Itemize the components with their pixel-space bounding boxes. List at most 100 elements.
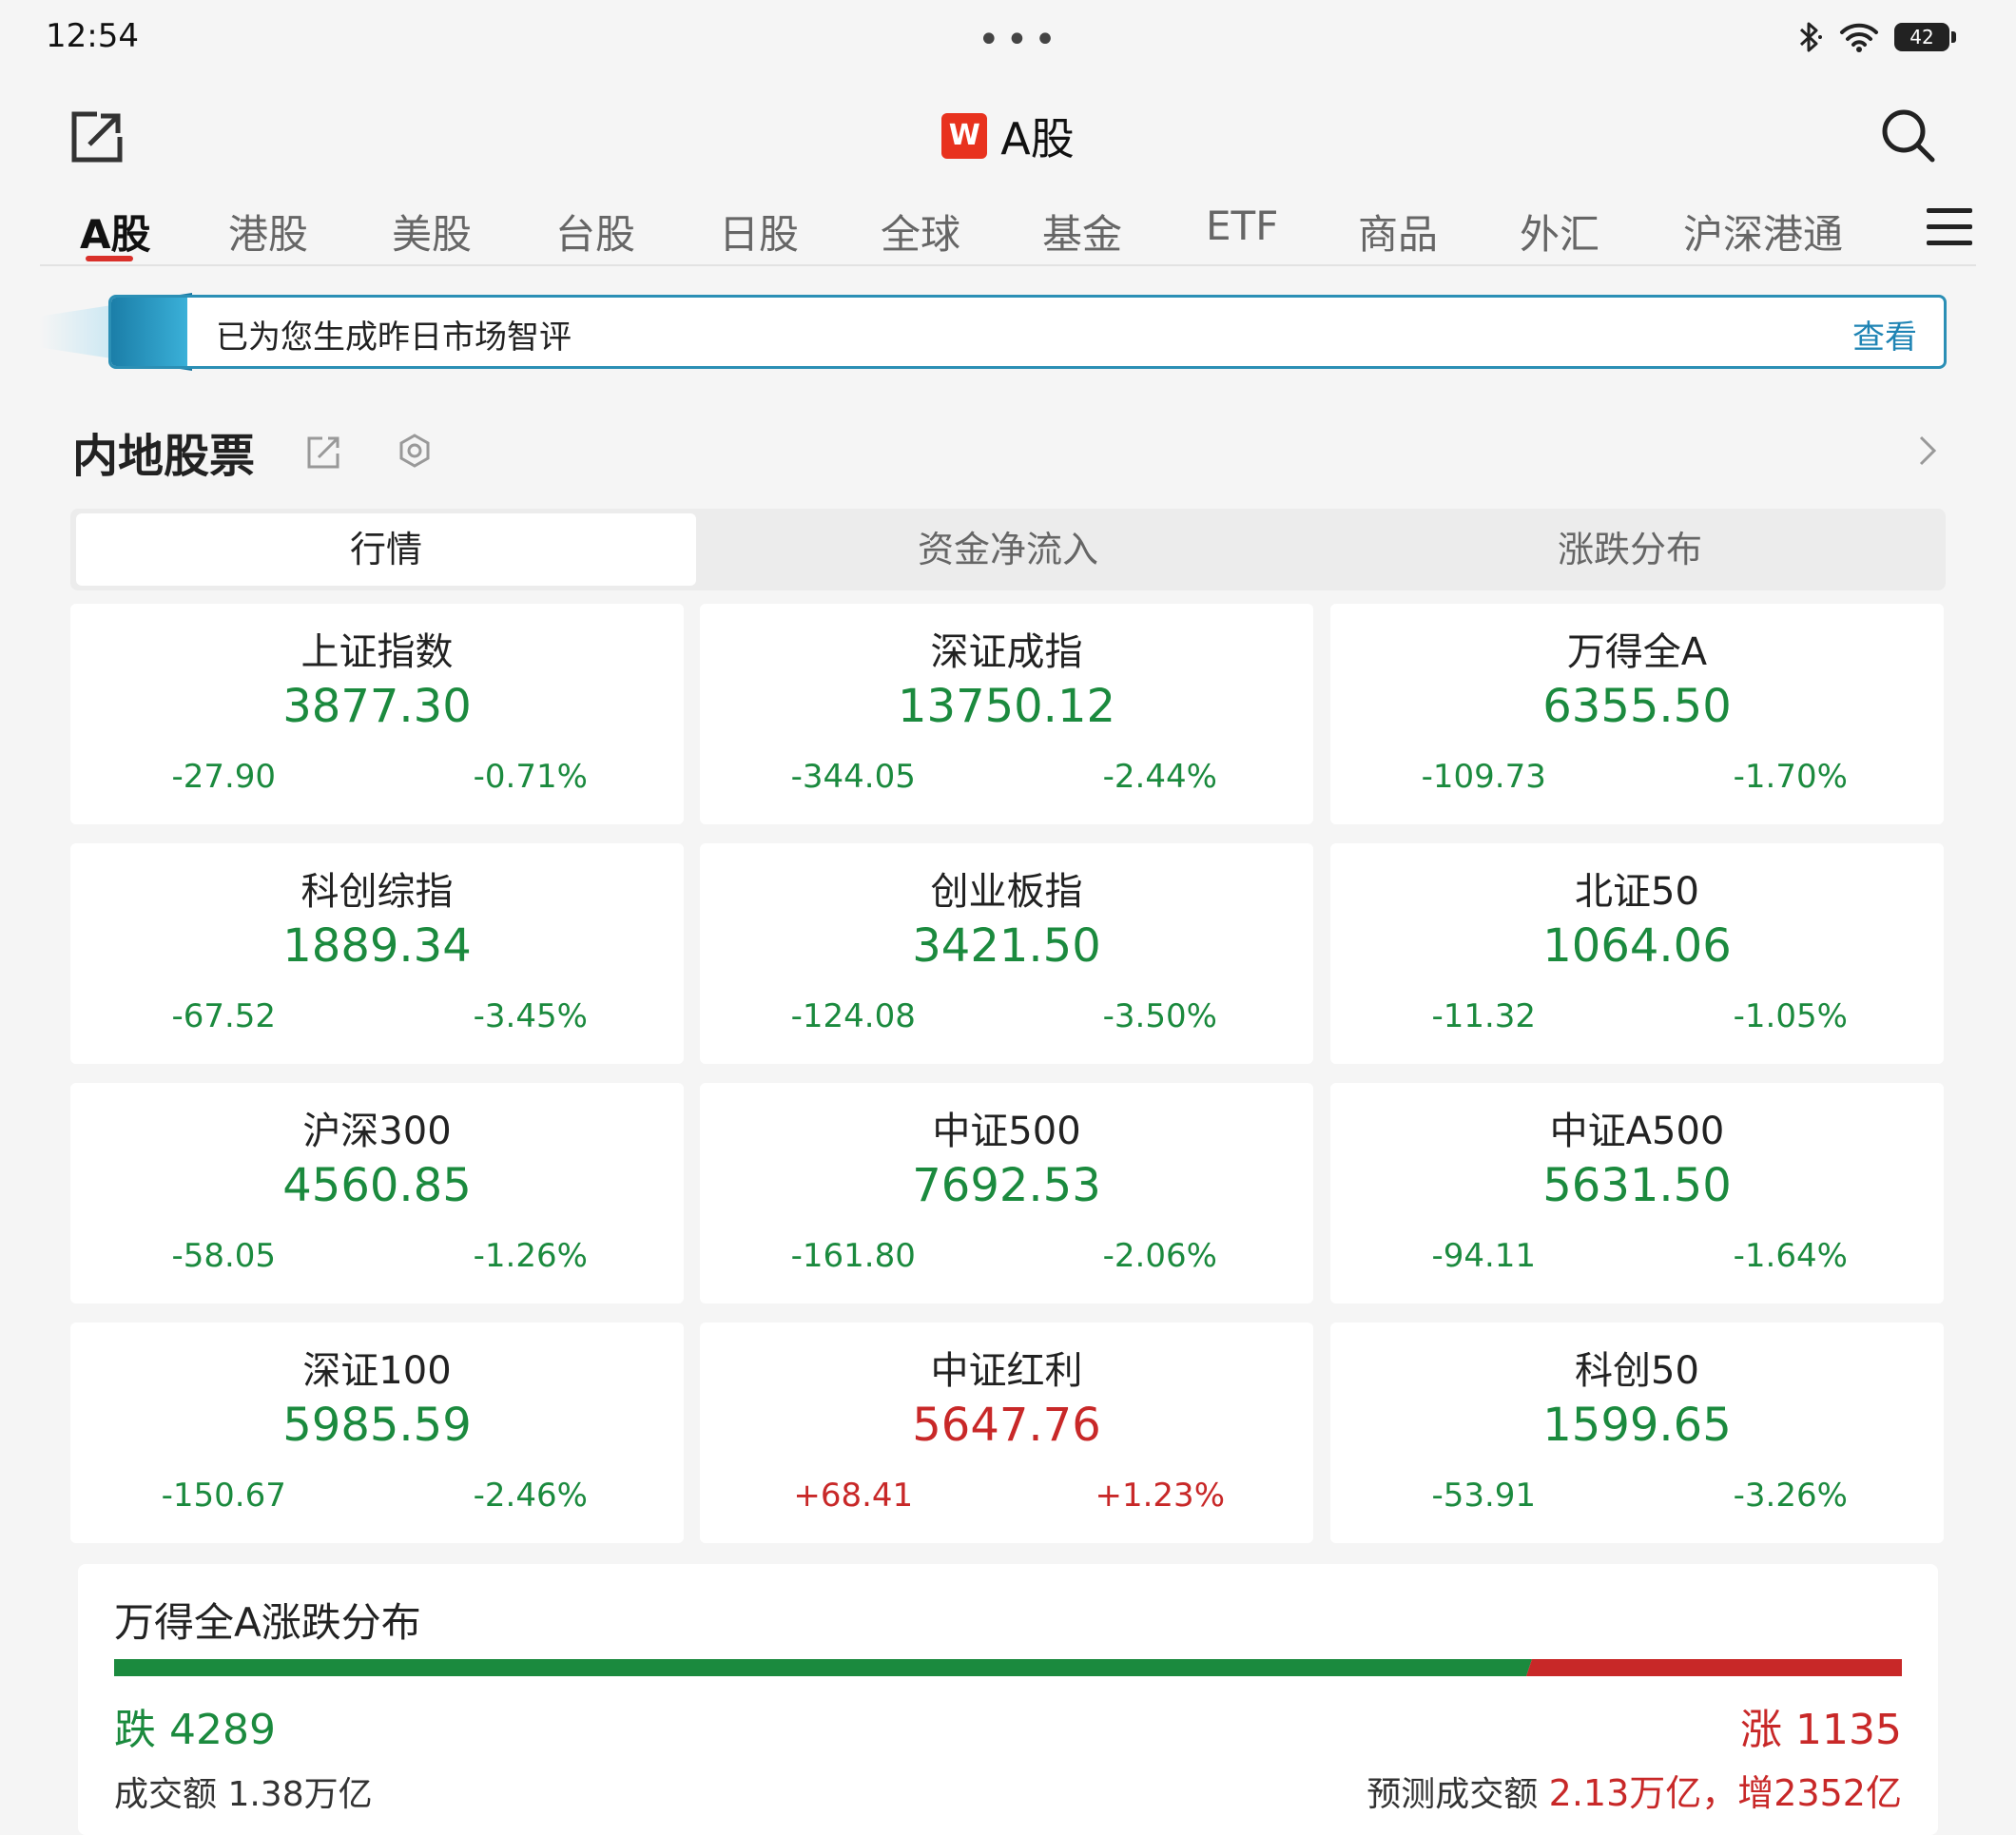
tab-hk-stocks[interactable]: 港股 — [228, 203, 308, 261]
index-card[interactable]: 创业板指 3421.50 -124.08 -3.50% — [700, 843, 1313, 1064]
banner-box: 已为您生成昨日市场智评 查看 — [108, 295, 1947, 369]
section-title: 内地股票 — [72, 430, 256, 483]
tab-forex[interactable]: 外汇 — [1520, 203, 1599, 261]
index-name: 创业板指 — [930, 870, 1083, 914]
tab-etf[interactable]: ETF — [1206, 203, 1278, 249]
index-change: -53.91 — [1431, 1477, 1537, 1515]
tab-commodities[interactable]: 商品 — [1358, 203, 1438, 261]
chevron-right-icon[interactable] — [1908, 430, 1946, 472]
app-header: W A股 — [0, 95, 2016, 181]
index-value: 3877.30 — [282, 680, 472, 733]
index-value: 5985.59 — [282, 1399, 472, 1452]
index-name: 科创综指 — [300, 870, 454, 914]
index-change-pct: -3.45% — [473, 997, 588, 1035]
index-change-pct: -0.71% — [473, 758, 588, 796]
index-card[interactable]: 上证指数 3877.30 -27.90 -0.71% — [70, 604, 684, 824]
index-name: 深证100 — [302, 1349, 452, 1393]
index-name: 中证红利 — [930, 1349, 1083, 1393]
tab-stock-connect[interactable]: 沪深港通 — [1683, 203, 1843, 261]
index-card[interactable]: 深证100 5985.59 -150.67 -2.46% — [70, 1323, 684, 1543]
tab-funds[interactable]: 基金 — [1042, 203, 1122, 261]
index-name: 上证指数 — [300, 630, 454, 674]
index-card[interactable]: 万得全A 6355.50 -109.73 -1.70% — [1330, 604, 1944, 824]
segment-net-inflow[interactable]: 资金净流入 — [698, 513, 1318, 586]
page-title-text: A股 — [1000, 113, 1075, 164]
index-card[interactable]: 科创综指 1889.34 -67.52 -3.45% — [70, 843, 684, 1064]
wifi-icon — [1840, 23, 1878, 52]
index-value: 3421.50 — [912, 919, 1101, 973]
status-time: 12:54 — [46, 17, 139, 55]
decline-bar — [114, 1659, 1532, 1676]
tab-a-shares[interactable]: A股 — [80, 203, 151, 261]
index-name: 沪深300 — [302, 1110, 452, 1153]
gear-icon[interactable] — [394, 430, 436, 472]
index-value: 5631.50 — [1542, 1159, 1732, 1212]
banner-text: 已为您生成昨日市场智评 — [216, 319, 572, 357]
index-name: 万得全A — [1566, 630, 1708, 674]
ai-review-banner[interactable]: 已为您生成昨日市场智评 查看 — [40, 293, 1947, 371]
index-change: -67.52 — [171, 997, 277, 1035]
index-name: 北证50 — [1575, 870, 1699, 914]
advance-decline-bar — [114, 1659, 1902, 1676]
banner-accent — [111, 298, 187, 366]
wind-logo-icon: W — [941, 113, 988, 159]
index-change: -58.05 — [171, 1237, 277, 1275]
index-value: 5647.76 — [912, 1399, 1101, 1452]
status-icons: 42 — [1795, 21, 1956, 53]
index-card[interactable]: 深证成指 13750.12 -344.05 -2.44% — [700, 604, 1313, 824]
index-card[interactable]: 沪深300 4560.85 -58.05 -1.26% — [70, 1083, 684, 1304]
index-card[interactable]: 中证500 7692.53 -161.80 -2.06% — [700, 1083, 1313, 1304]
index-value: 6355.50 — [1542, 680, 1732, 733]
forecast-label: 预测成交额 — [1367, 1775, 1539, 1814]
index-change-pct: +1.23% — [1095, 1477, 1226, 1515]
tab-jp-stocks[interactable]: 日股 — [719, 203, 799, 261]
search-icon[interactable] — [1879, 106, 1936, 164]
decline-count: 跌 4289 — [114, 1706, 276, 1754]
index-name: 中证A500 — [1549, 1110, 1725, 1153]
index-card[interactable]: 科创50 1599.65 -53.91 -3.26% — [1330, 1323, 1944, 1543]
index-change: -109.73 — [1421, 758, 1546, 796]
index-name: 中证500 — [932, 1110, 1081, 1153]
index-card[interactable]: 中证A500 5631.50 -94.11 -1.64% — [1330, 1083, 1944, 1304]
advance-bar — [1526, 1659, 1902, 1676]
bluetooth-icon — [1799, 22, 1822, 52]
index-change-pct: -1.64% — [1733, 1237, 1848, 1275]
banner-view-link[interactable]: 查看 — [1852, 311, 1917, 357]
tab-us-stocks[interactable]: 美股 — [392, 203, 472, 261]
index-card[interactable]: 中证红利 5647.76 +68.41 +1.23% — [700, 1323, 1313, 1543]
turnover: 成交额 1.38万亿 — [114, 1775, 373, 1814]
index-value: 1599.65 — [1542, 1399, 1732, 1452]
index-value: 4560.85 — [282, 1159, 472, 1212]
more-dots-icon[interactable]: ••• — [978, 21, 1062, 59]
page-title: W A股 — [0, 105, 2016, 167]
battery-icon: 42 — [1894, 23, 1956, 51]
index-change: +68.41 — [793, 1477, 914, 1515]
share-icon[interactable] — [305, 433, 343, 471]
index-name: 科创50 — [1575, 1349, 1699, 1393]
index-change-pct: -2.44% — [1102, 758, 1217, 796]
status-bar: 12:54 ••• 42 — [0, 0, 2016, 82]
advance-count: 涨 1135 — [1740, 1706, 1902, 1754]
forecast-value: 2.13万亿，增2352亿 — [1548, 1772, 1902, 1814]
index-change-pct: -3.26% — [1733, 1477, 1848, 1515]
index-change-pct: -1.26% — [473, 1237, 588, 1275]
distribution-title: 万得全A涨跌分布 — [114, 1599, 421, 1646]
index-change: -27.90 — [171, 758, 277, 796]
index-change-pct: -2.46% — [473, 1477, 588, 1515]
index-card[interactable]: 北证50 1064.06 -11.32 -1.05% — [1330, 843, 1944, 1064]
index-change: -124.08 — [790, 997, 916, 1035]
tab-tw-stocks[interactable]: 台股 — [555, 203, 635, 261]
index-value: 1064.06 — [1542, 919, 1732, 973]
advance-decline-panel[interactable]: 万得全A涨跌分布 跌 4289 涨 1135 成交额 1.38万亿 预测成交额 … — [78, 1564, 1938, 1835]
index-change-pct: -2.06% — [1102, 1237, 1217, 1275]
forecast-turnover: 预测成交额 2.13万亿，增2352亿 — [1367, 1764, 1902, 1816]
segment-distribution[interactable]: 涨跌分布 — [1320, 513, 1940, 586]
section-header: 内地股票 — [72, 418, 1946, 485]
index-change: -344.05 — [790, 758, 916, 796]
index-change-pct: -3.50% — [1102, 997, 1217, 1035]
index-value: 7692.53 — [912, 1159, 1101, 1212]
tab-global[interactable]: 全球 — [881, 203, 960, 261]
active-tab-indicator — [86, 256, 133, 261]
menu-icon[interactable] — [1927, 208, 1972, 250]
segment-quotes[interactable]: 行情 — [76, 513, 696, 586]
